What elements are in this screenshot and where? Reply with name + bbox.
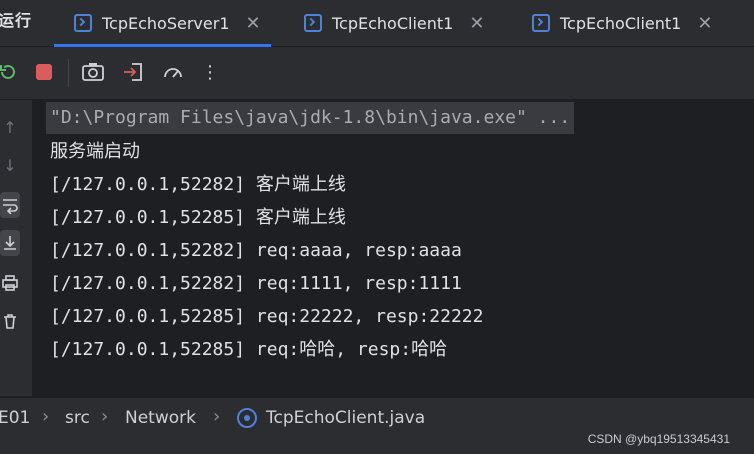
scroll-to-end-icon[interactable] <box>0 230 20 256</box>
breadcrumb-item-src[interactable]: src <box>65 408 90 428</box>
screenshot-icon[interactable] <box>81 60 105 84</box>
rerun-icon[interactable] <box>0 60 20 84</box>
breadcrumb-item-network[interactable]: Network <box>125 408 196 428</box>
tab-label: TcpEchoServer1 <box>102 13 230 33</box>
breadcrumb-item-file[interactable]: TcpEchoClient.java <box>266 408 425 428</box>
soft-wrap-icon[interactable] <box>0 192 20 218</box>
console-line: [/127.0.0.1,52285] req:哈哈, resp:哈哈 <box>50 339 448 360</box>
java-command-line[interactable]: "D:\Program Files\java\jdk-1.8\bin\java.… <box>46 102 575 134</box>
java-class-icon <box>74 14 92 32</box>
console-output[interactable]: "D:\Program Files\java\jdk-1.8\bin\java.… <box>32 100 754 396</box>
console-line: [/127.0.0.1,52285] req:22222, resp:22222 <box>50 306 484 327</box>
console-line: [/127.0.0.1,52282] 客户端上线 <box>50 174 346 195</box>
run-panel-title: 运行 <box>0 11 33 30</box>
console-line: [/127.0.0.1,52282] req:aaaa, resp:aaaa <box>50 240 462 261</box>
stop-icon[interactable] <box>32 60 56 84</box>
java-class-icon <box>532 14 550 32</box>
chevron-right-icon: › <box>213 406 221 427</box>
close-icon[interactable]: ✕ <box>469 13 484 34</box>
java-class-icon <box>304 14 322 32</box>
tab-tcpechoclient1[interactable]: TcpEchoClient1 ✕ <box>304 0 484 46</box>
tab-bar: 运行 TcpEchoServer1 ✕ TcpEchoClient1 ✕ Tcp… <box>0 0 754 47</box>
tab-label: TcpEchoClient1 <box>560 13 682 33</box>
navigation-bar: E01 › src › Network › TcpEchoClient.java… <box>0 398 754 454</box>
console-gutter: ↑ ↓ <box>0 100 32 396</box>
more-vertical-icon[interactable]: ⋮ <box>198 60 222 84</box>
toolbar-separator <box>68 59 69 87</box>
close-icon[interactable]: ✕ <box>697 13 712 34</box>
exit-icon[interactable] <box>121 60 145 84</box>
chevron-right-icon: › <box>42 406 50 427</box>
print-icon[interactable] <box>0 270 20 296</box>
tab-label: TcpEchoClient1 <box>332 13 454 33</box>
arrow-down-icon[interactable]: ↓ <box>0 152 20 178</box>
console-line: [/127.0.0.1,52282] req:1111, resp:1111 <box>50 273 462 294</box>
java-class-icon <box>237 408 257 428</box>
profiler-gauge-icon[interactable] <box>161 60 185 84</box>
watermark: CSDN @ybq19513345431 <box>587 432 730 446</box>
arrow-up-icon[interactable]: ↑ <box>0 114 20 140</box>
console-line: [/127.0.0.1,52285] 客户端上线 <box>50 207 346 228</box>
tab-tcpechoserver1[interactable]: TcpEchoServer1 ✕ <box>54 0 271 47</box>
trash-icon[interactable] <box>0 308 20 334</box>
close-icon[interactable]: ✕ <box>246 13 261 34</box>
tab-tcpechoclient1-2[interactable]: TcpEchoClient1 ✕ <box>532 0 712 46</box>
breadcrumb-item-module[interactable]: E01 <box>0 408 30 428</box>
console-line: 服务端启动 <box>50 141 140 162</box>
run-toolbar: ⋮ <box>0 47 754 100</box>
chevron-right-icon: › <box>101 406 109 427</box>
